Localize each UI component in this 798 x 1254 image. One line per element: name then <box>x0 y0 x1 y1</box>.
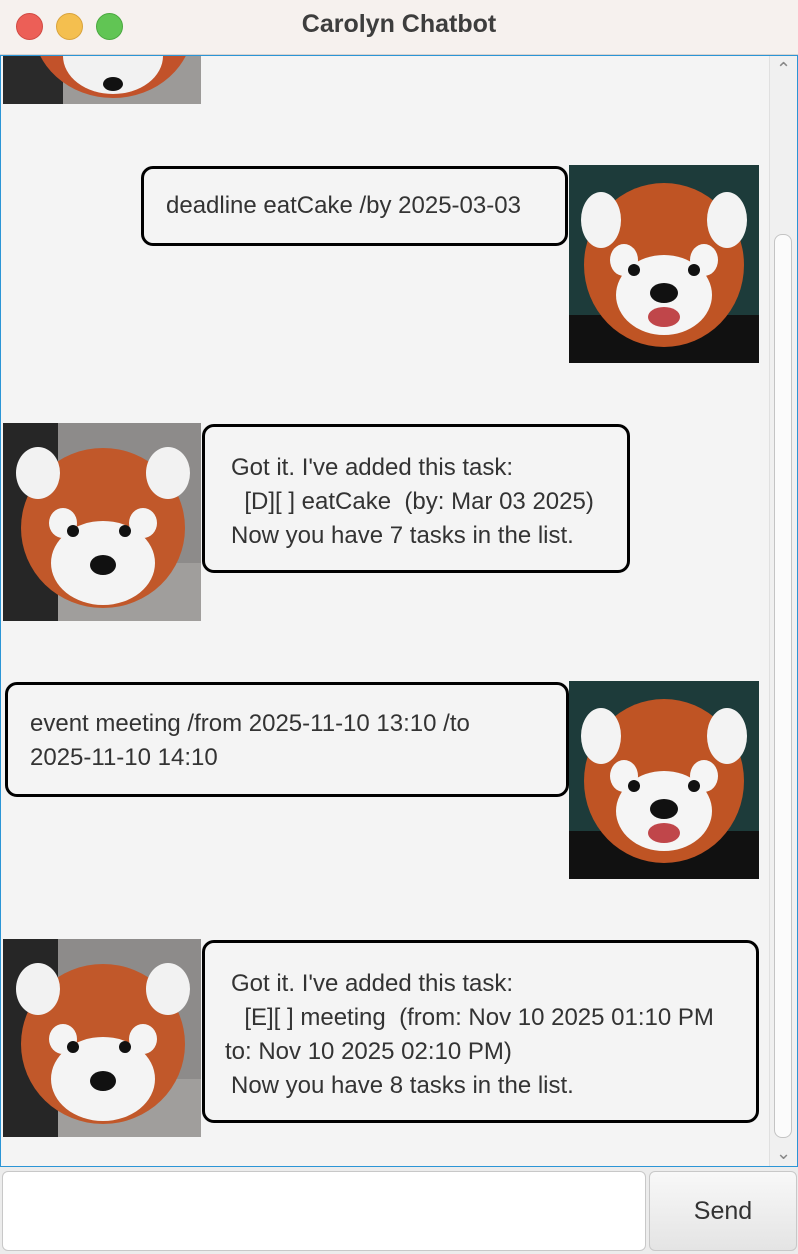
red-panda-avatar-icon <box>569 681 759 879</box>
send-button[interactable]: Send <box>649 1171 797 1251</box>
red-panda-avatar-icon <box>3 56 201 104</box>
message-text: 2025-11-10 14:10 <box>30 744 218 771</box>
message-text: deadline eatCake /by 2025-03-03 <box>166 192 521 219</box>
message-text: Now you have 8 tasks in the list. <box>231 1072 574 1099</box>
scrollbar-thumb[interactable] <box>774 234 792 1138</box>
user-message-bubble: deadline eatCake /by 2025-03-03 <box>141 166 568 246</box>
scroll-up-arrow-icon[interactable]: ⌃ <box>770 58 797 80</box>
title-bar: Carolyn Chatbot <box>0 0 798 55</box>
red-panda-avatar-icon <box>3 423 201 621</box>
red-panda-avatar-icon <box>3 939 201 1137</box>
window-title: Carolyn Chatbot <box>301 10 497 38</box>
user-message-bubble: event meeting /from 2025-11-10 13:10 /to… <box>5 682 569 797</box>
message-text: Now you have 7 tasks in the list. <box>231 522 574 549</box>
vertical-scrollbar[interactable]: ⌃ ⌄ <box>769 56 797 1166</box>
message-input[interactable] <box>2 1171 646 1251</box>
message-text: event meeting /from 2025-11-10 13:10 /to <box>30 710 470 737</box>
message-text: Got it. I've added this task: <box>231 970 514 997</box>
message-text: to: Nov 10 2025 02:10 PM) <box>225 1038 512 1065</box>
input-bar: Send <box>0 1167 798 1254</box>
bot-message-bubble: Got it. I've added this task: [E][ ] mee… <box>202 940 759 1123</box>
bot-message-bubble: Got it. I've added this task: [D][ ] eat… <box>202 424 630 573</box>
red-panda-avatar-icon <box>569 165 759 363</box>
message-text: [E][ ] meeting (from: Nov 10 2025 01:10 … <box>231 1004 714 1031</box>
chat-scroll-pane[interactable]: deadline eatCake /by 2025-03-03 Got it. … <box>0 55 798 1168</box>
dialog-container: deadline eatCake /by 2025-03-03 Got it. … <box>1 56 769 1166</box>
message-text: [D][ ] eatCake (by: Mar 03 2025) <box>231 488 594 515</box>
message-text: Got it. I've added this task: <box>231 454 514 481</box>
scroll-down-arrow-icon[interactable]: ⌄ <box>770 1142 797 1164</box>
